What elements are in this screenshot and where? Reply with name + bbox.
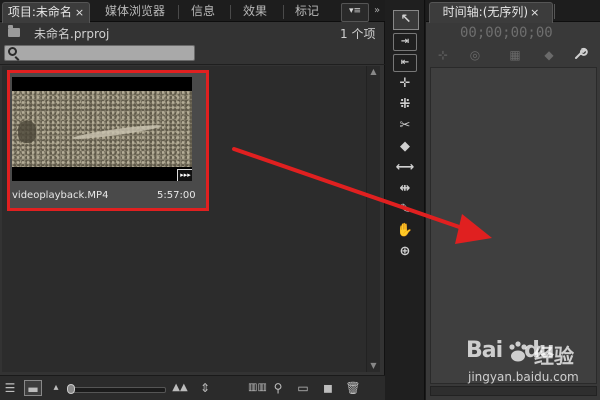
search-input[interactable] (19, 46, 194, 60)
bin-vertical-scrollbar[interactable]: ▲ ▼ (366, 66, 380, 372)
project-panel: 项目:未命名 × 媒体浏览器 信息 效果 标记 ▾≡ » 未命名.prproj 1… (0, 0, 385, 400)
ripple-edit-tool-icon[interactable]: ⇤ (393, 54, 417, 72)
new-item-icon[interactable]: ◼ (320, 380, 336, 396)
automate-to-sequence-icon[interactable]: ▥▥ (248, 380, 267, 396)
scroll-up-icon[interactable]: ▲ (367, 66, 380, 78)
clip-duration: 5:57:00 (157, 190, 196, 201)
close-icon[interactable]: × (530, 6, 539, 19)
thumbnail-shadow (18, 121, 36, 143)
tab-separator (554, 4, 555, 19)
snap-icon[interactable]: ⊹ (432, 46, 454, 64)
tools-panel: ↖ ⇥ ⇤ ✛ ⁜ ✂ ◆ ⟷ ⇹ ✎ ✋ ⊕ (385, 0, 425, 400)
zoom-slider-handle[interactable] (67, 384, 75, 394)
timeline-track-area[interactable] (430, 67, 597, 384)
marker-icon[interactable]: ◆ (538, 46, 560, 64)
project-file-name: 未命名.prproj (34, 27, 110, 41)
timeline-toolbar: ⊹ ◎ ▦ ◆ (428, 46, 598, 64)
divider (0, 64, 385, 65)
item-count: 1 个项 (340, 27, 376, 41)
selection-tool-icon[interactable]: ↖ (393, 10, 419, 30)
tab-timeline-label: 时间轴:(无序列) (442, 5, 529, 19)
project-tab-bar: 项目:未命名 × 媒体浏览器 信息 效果 标记 ▾≡ » (0, 0, 385, 23)
timecode-display[interactable]: 00;00;00;00 (460, 25, 553, 41)
baidu-paw-icon (509, 341, 527, 362)
search-box (4, 45, 195, 61)
sort-icon[interactable]: ⇕ (198, 380, 212, 396)
wrench-icon[interactable] (570, 46, 592, 64)
scroll-down-icon[interactable]: ▼ (367, 360, 380, 372)
link-icon[interactable]: ◎ (464, 46, 486, 64)
new-bin-icon[interactable]: ▭ (295, 380, 311, 396)
pen-nib-tool-icon[interactable]: ✎ (393, 201, 417, 219)
tab-separator (283, 5, 284, 19)
tab-timeline[interactable]: 时间轴:(无序列) × (429, 2, 553, 23)
baidu-watermark: Bai du 经验 jingyan.baidu.com (466, 338, 596, 398)
rolling-edit-tool-icon[interactable]: ✛ (393, 75, 417, 93)
zoom-out-icon[interactable]: ▴ (50, 380, 62, 396)
track-select-tool-icon[interactable]: ⇥ (393, 33, 417, 51)
watermark-chinese-text: 经验 (534, 344, 574, 368)
thumbnail-image (12, 91, 192, 167)
find-icon[interactable]: ⚲ (270, 380, 286, 396)
tab-info[interactable]: 信息 (180, 2, 226, 22)
close-icon[interactable]: × (75, 6, 84, 19)
folder-icon (8, 25, 20, 37)
list-view-icon[interactable]: ☰ (2, 380, 18, 396)
slide-tool-icon[interactable]: ⟷ (393, 159, 417, 177)
watermark-url: jingyan.baidu.com (468, 370, 579, 384)
slip-tool-icon[interactable]: ◆ (393, 138, 417, 156)
clip-item[interactable]: ▸▸▸ videoplayback.MP4 5:57:00 (7, 70, 209, 211)
add-marker-icon[interactable]: ▦ (504, 46, 526, 64)
hand-tool-icon[interactable]: ✋ (393, 222, 417, 240)
search-icon (8, 47, 17, 56)
razor-tool-icon[interactable]: ✂ (393, 117, 417, 135)
clip-name: videoplayback.MP4 (12, 190, 109, 201)
tab-overflow-icon[interactable]: » (370, 2, 384, 20)
trash-icon[interactable]: 🗑 (345, 380, 361, 396)
tab-effects[interactable]: 效果 (232, 2, 278, 22)
tab-separator (178, 5, 179, 19)
icon-view-icon[interactable]: ▬ (24, 380, 42, 396)
tab-media-browser[interactable]: 媒体浏览器 (94, 2, 176, 22)
zoom-in-icon[interactable]: ▲▲ (170, 380, 190, 396)
zoom-tool-icon[interactable]: ⊕ (393, 243, 417, 261)
panel-menu-icon[interactable]: ▾≡ (341, 3, 369, 22)
tab-separator (230, 5, 231, 19)
timeline-tab-bar: 时间轴:(无序列) × (426, 0, 600, 23)
clip-thumbnail[interactable]: ▸▸▸ (12, 77, 192, 181)
pen-tool-icon[interactable]: ⇹ (393, 180, 417, 198)
wrench-icon-glyph (575, 47, 588, 59)
rate-stretch-tool-icon[interactable]: ⁜ (393, 96, 417, 114)
tab-markers[interactable]: 标记 (286, 2, 328, 22)
project-bottom-toolbar: ☰ ▬ ▴ ▲▲ ⇕ ▥▥ ⚲ ▭ ◼ 🗑 (0, 375, 385, 400)
zoom-slider[interactable] (67, 384, 166, 394)
av-badge-icon: ▸▸▸ (177, 169, 192, 181)
thumbnail-feather (72, 122, 162, 142)
tab-project-label: 项目:未命名 (7, 5, 72, 19)
tab-project[interactable]: 项目:未命名 × (2, 2, 90, 23)
